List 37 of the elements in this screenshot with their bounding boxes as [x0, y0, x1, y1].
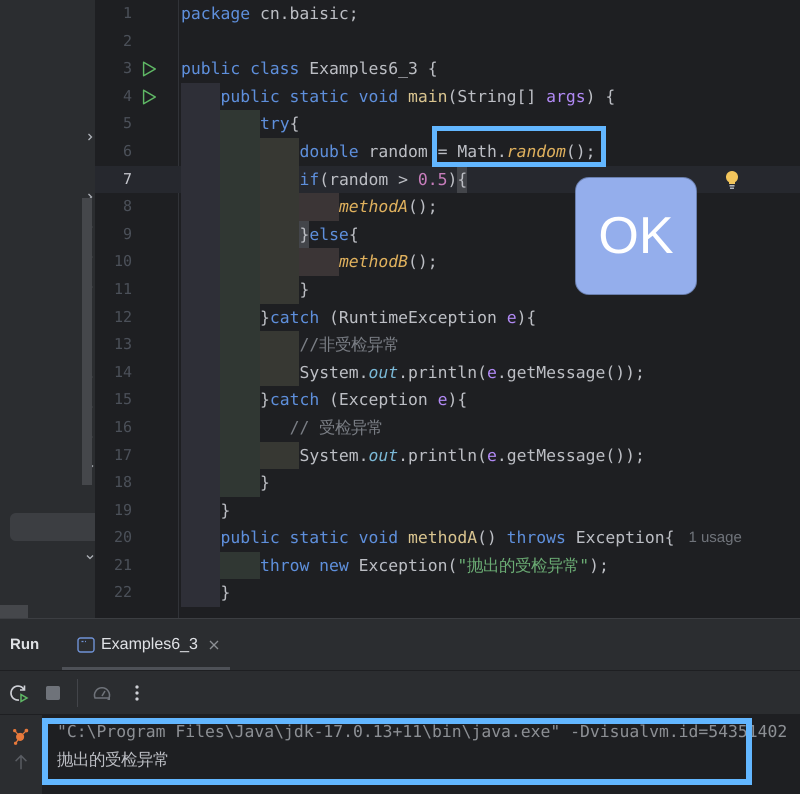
code-line: try{	[181, 110, 300, 138]
run-icon[interactable]	[140, 60, 158, 78]
run-icon[interactable]	[140, 88, 158, 106]
code-line: methodA();	[181, 193, 438, 221]
code-line: package cn.baisic;	[181, 3, 359, 25]
code-line: System.out.println(e.getMessage());	[181, 442, 645, 470]
console-icon[interactable]	[77, 636, 95, 652]
code-line: public static void main(String[] args) {	[181, 82, 616, 110]
code-line: }	[181, 276, 310, 304]
code-line: throw new Exception("抛出的受检异常");	[181, 552, 609, 580]
code-line: public class Examples6_3 {	[181, 58, 438, 80]
console-line: 抛出的受检异常	[57, 749, 170, 771]
code-line: double random = Math.random();	[181, 138, 596, 166]
line-number: 7	[122, 168, 132, 190]
ok-badge: OK	[575, 177, 697, 295]
code-line: methodB();	[181, 248, 438, 276]
network-icon[interactable]	[12, 727, 30, 745]
lightbulb-icon[interactable]	[725, 170, 739, 190]
chevron-down-icon[interactable]	[85, 552, 95, 562]
code-line: //非受检异常	[181, 331, 400, 359]
scrollbar-thumb[interactable]	[0, 605, 28, 618]
code-line: if(random > 0.5){	[181, 166, 468, 194]
code-line: // 受检异常	[181, 414, 384, 442]
chevron-right-icon[interactable]	[85, 132, 95, 142]
code-line: }catch (Exception e){	[181, 386, 468, 414]
rerun-icon[interactable]	[9, 682, 29, 702]
code-line: public static void methodA() throws Exception{	[181, 524, 674, 552]
close-icon[interactable]	[208, 638, 220, 650]
code-line: }	[181, 469, 270, 497]
code-line: }catch (RuntimeException e){	[181, 304, 536, 332]
code-line: }else{	[181, 220, 359, 248]
code-line: System.out.println(e.getMessage());	[181, 358, 645, 386]
code-line: }	[181, 496, 230, 524]
scrollbar-thumb[interactable]	[82, 198, 92, 485]
more-icon[interactable]	[134, 682, 140, 702]
panel-title: Run	[9, 636, 40, 653]
code-line: }	[181, 579, 230, 608]
